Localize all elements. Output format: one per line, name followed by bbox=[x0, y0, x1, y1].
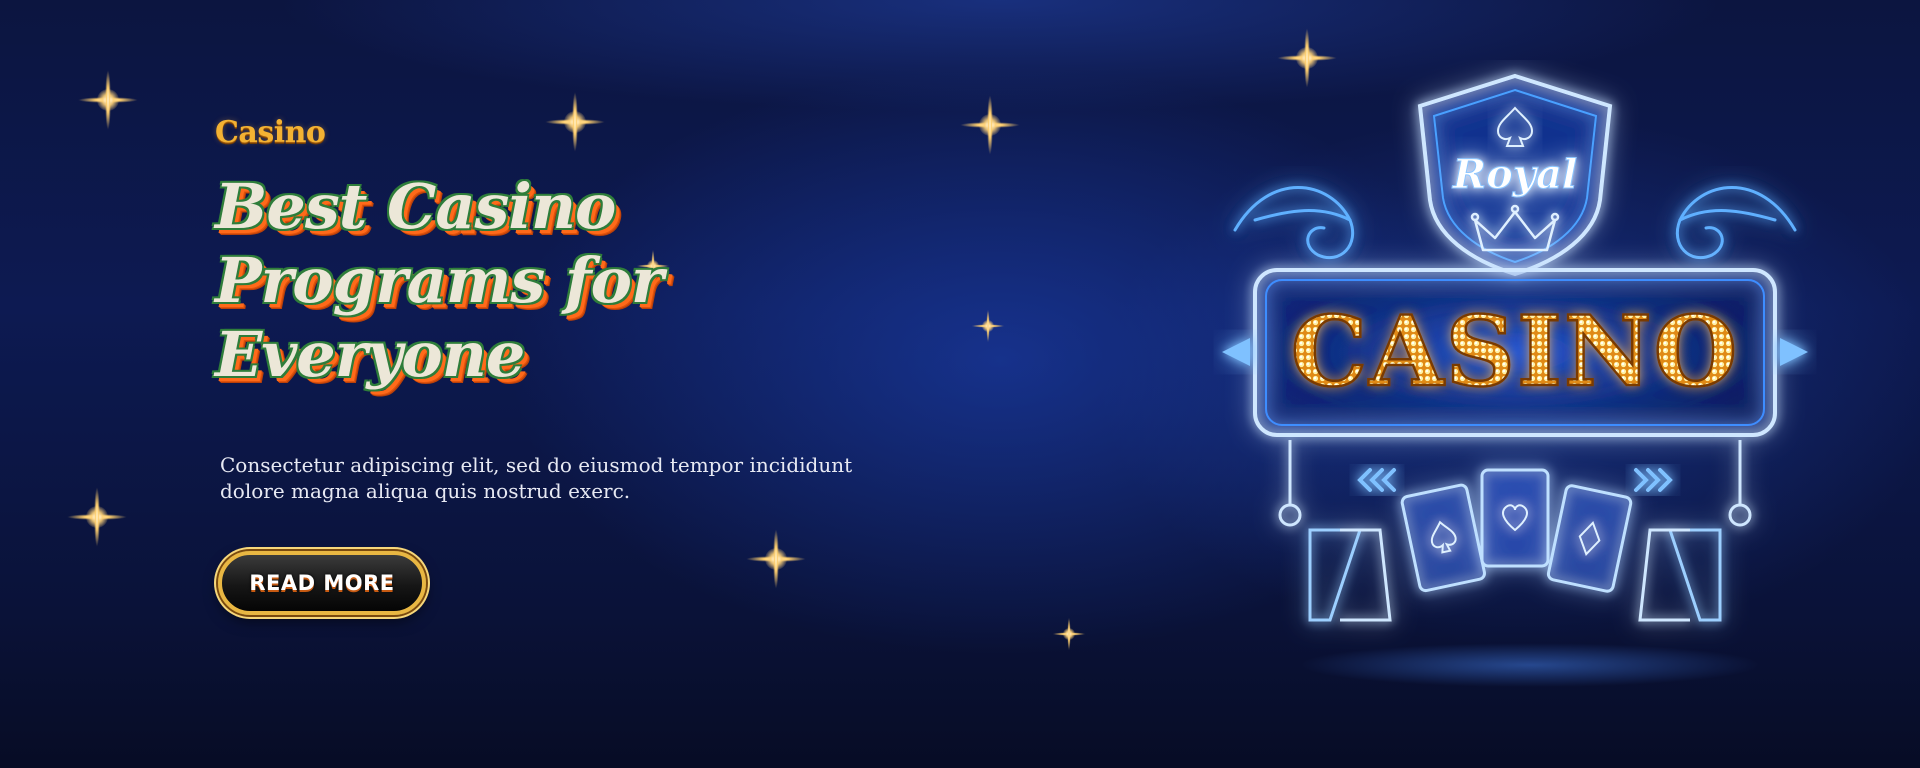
sparkle-icon bbox=[78, 70, 138, 130]
sparkle-icon bbox=[1052, 617, 1086, 651]
hero-description: Consectetur adipiscing elit, sed do eius… bbox=[220, 453, 853, 503]
chevron-right-icon bbox=[1634, 468, 1673, 492]
ornament-scroll-right bbox=[1675, 186, 1797, 259]
sparkle-icon bbox=[971, 309, 1005, 343]
sparkle-icon bbox=[746, 529, 806, 589]
neon-casino-sign: Royal CASINO bbox=[1222, 73, 1808, 687]
brand-logo-text: Casino bbox=[215, 115, 326, 150]
shield-label: Royal bbox=[1452, 151, 1577, 198]
ornament-scroll-left bbox=[1233, 186, 1355, 259]
frame-diamond-right bbox=[1780, 338, 1808, 366]
sparkle-icon bbox=[545, 92, 605, 152]
frame-diamond-left bbox=[1222, 338, 1250, 366]
sparkle-icon bbox=[67, 487, 127, 547]
sign-main-label: CASINO bbox=[1291, 295, 1740, 408]
sparkle-icon bbox=[960, 95, 1020, 155]
chevron-left-icon bbox=[1357, 468, 1396, 492]
read-more-button[interactable]: READ MORE bbox=[218, 551, 426, 615]
hero-banner: Casino Best Casino Programs for Everyone… bbox=[0, 0, 1920, 768]
playing-cards-icon bbox=[1400, 468, 1633, 593]
hero-headline: Best Casino Programs for Everyone bbox=[215, 170, 664, 391]
